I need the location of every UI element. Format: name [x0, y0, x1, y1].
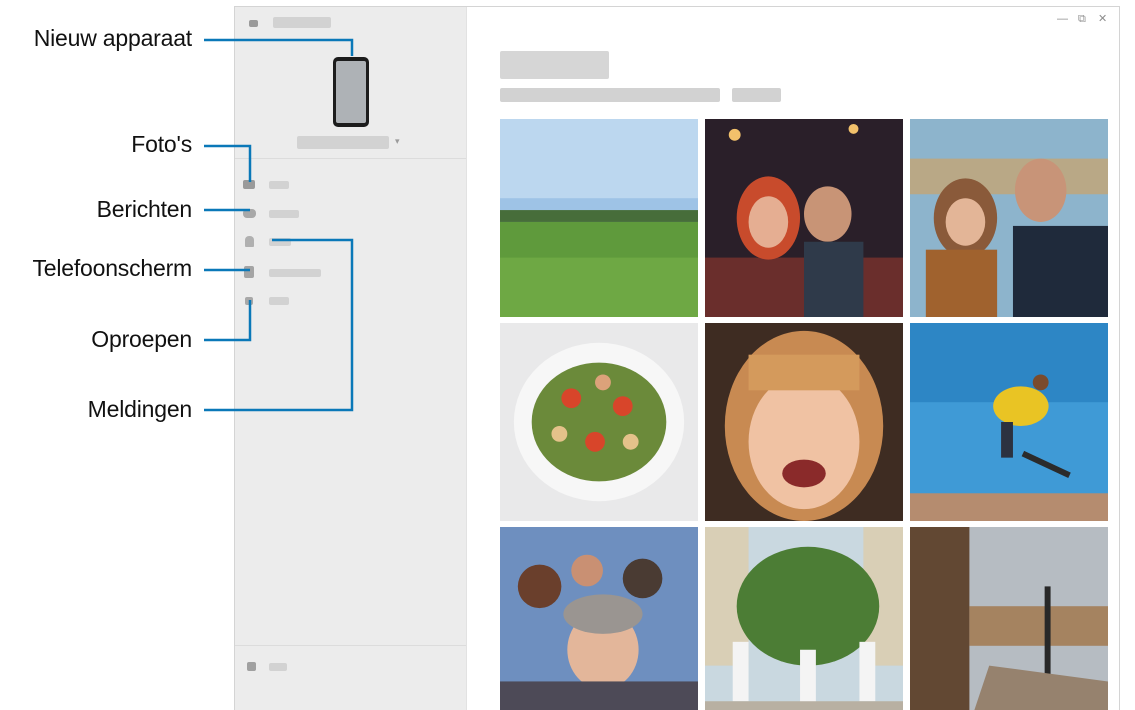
phone-device-image[interactable] — [333, 57, 369, 127]
screen-mirror-icon[interactable] — [244, 266, 254, 278]
sidebar-item-notifications[interactable] — [269, 238, 291, 246]
photo-thumbnail-couple-day[interactable] — [910, 119, 1108, 317]
callout-calls: Oproepen — [91, 326, 192, 352]
subtitle-action-placeholder[interactable] — [732, 88, 781, 102]
sidebar-item-photos[interactable] — [269, 181, 289, 189]
photo-thumbnail-smiling-girl[interactable] — [705, 323, 903, 521]
sidebar-divider — [235, 158, 466, 159]
settings-icon[interactable] — [247, 662, 256, 671]
photo-thumbnail-cafe-tree[interactable] — [705, 527, 903, 710]
subtitle-placeholder — [500, 88, 720, 102]
app-title-placeholder — [273, 17, 331, 28]
sidebar-bottom-divider — [235, 645, 466, 646]
device-name-selector[interactable] — [297, 136, 389, 149]
close-icon[interactable]: ✕ — [1098, 14, 1107, 25]
chevron-down-icon[interactable]: ▾ — [395, 136, 400, 147]
app-window: ▾ — ⧉ ✕ — [234, 6, 1120, 710]
phone-icon[interactable] — [245, 297, 253, 305]
callout-new-device: Nieuw apparaat — [33, 25, 193, 51]
photos-icon[interactable] — [243, 180, 255, 189]
bell-icon[interactable] — [245, 236, 254, 247]
photo-thumbnail-city-street[interactable] — [910, 527, 1108, 710]
sidebar-item-messages[interactable] — [269, 210, 299, 218]
main-content: — ⧉ ✕ — [467, 7, 1119, 710]
photo-grid — [500, 119, 1108, 710]
app-icon — [249, 20, 258, 27]
page-title-placeholder — [500, 51, 609, 79]
restore-icon[interactable]: ⧉ — [1078, 14, 1086, 25]
sidebar-item-calls[interactable] — [269, 297, 289, 305]
callout-messages: Berichten — [96, 196, 193, 222]
callout-phone-screen: Telefoonscherm — [32, 255, 192, 281]
photo-thumbnail-skateboard-jump[interactable] — [910, 323, 1108, 521]
sidebar-item-settings[interactable] — [269, 663, 287, 671]
photo-thumbnail-salad[interactable] — [500, 323, 698, 521]
photo-thumbnail-group-selfie[interactable] — [500, 527, 698, 710]
messages-icon[interactable] — [243, 209, 256, 218]
photo-thumbnail-grass-field[interactable] — [500, 119, 698, 317]
sidebar: ▾ — [235, 7, 467, 710]
minimize-icon[interactable]: — — [1057, 14, 1068, 25]
photo-thumbnail-couple-night[interactable] — [705, 119, 903, 317]
sidebar-item-phone-screen[interactable] — [269, 269, 321, 277]
callout-notifications: Meldingen — [87, 396, 193, 422]
callout-photos: Foto's — [131, 131, 192, 157]
